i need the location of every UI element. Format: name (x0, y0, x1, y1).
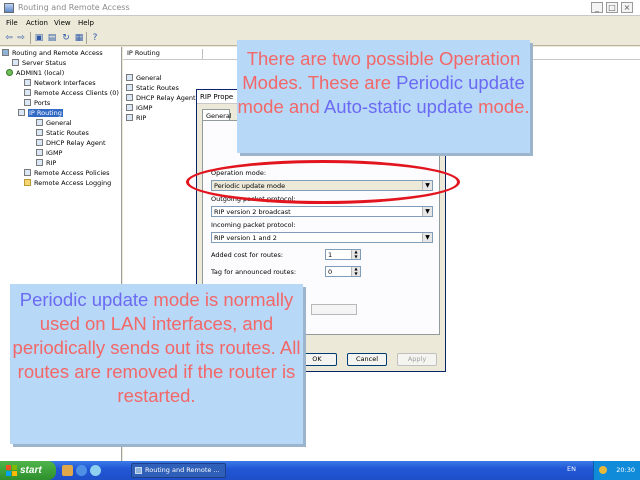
maximize-button[interactable]: □ (606, 2, 618, 13)
routing-icon (126, 84, 133, 91)
menu-action[interactable]: Action (26, 19, 48, 27)
apply-button[interactable]: Apply (397, 353, 437, 366)
tree-item-remote-access-clients[interactable]: Remote Access Clients (0) (24, 89, 119, 98)
clock: 20:30 (616, 466, 635, 474)
list-item-general[interactable]: General (126, 74, 162, 83)
tree-item-network-interfaces[interactable]: Network Interfaces (24, 79, 96, 88)
window-title: Routing and Remote Access (18, 3, 130, 12)
tree-item-ports[interactable]: Ports (24, 99, 50, 108)
list-column-header[interactable]: IP Routing (123, 49, 203, 59)
internet-explorer-icon[interactable] (76, 465, 87, 476)
tree-item-ip-routing[interactable]: IP Routing (18, 109, 63, 118)
start-button[interactable]: start (0, 461, 56, 480)
media-player-icon[interactable] (90, 465, 101, 476)
cancel-button[interactable]: Cancel (347, 353, 387, 366)
list-item-rip[interactable]: RIP (126, 114, 146, 123)
policies-icon (24, 169, 31, 176)
routing-icon (126, 94, 133, 101)
routing-icon (18, 109, 25, 116)
outgoing-protocol-value: RIP version 2 broadcast (214, 208, 291, 216)
routing-icon (36, 119, 43, 126)
show-tree-icon[interactable]: ▤ (46, 32, 58, 44)
start-label: start (20, 465, 42, 476)
dialog-title: RIP Prope (200, 93, 234, 101)
incoming-protocol-select[interactable]: RIP version 1 and 2 ▼ (211, 232, 433, 243)
server-icon (135, 467, 142, 474)
chevron-down-icon[interactable]: ▼ (422, 207, 432, 216)
routing-icon (126, 114, 133, 121)
interfaces-icon (24, 79, 31, 86)
app-icon (4, 3, 14, 13)
taskbar-button-routing[interactable]: Routing and Remote ... (131, 463, 226, 478)
folder-icon (24, 179, 31, 186)
callout-operation-modes: There are two possible Operation Modes. … (237, 40, 530, 153)
refresh-icon[interactable]: ↻ (60, 32, 72, 44)
spin-arrows-icon[interactable]: ▲ ▼ (351, 266, 360, 276)
list-item-igmp[interactable]: IGMP (126, 104, 152, 113)
tree-item-admin1[interactable]: ADMIN1 (local) (6, 69, 64, 78)
tree-item-general[interactable]: General (36, 119, 72, 128)
outgoing-protocol-select[interactable]: RIP version 2 broadcast ▼ (211, 206, 433, 217)
tree-item-rip[interactable]: RIP (36, 159, 56, 168)
ok-button[interactable]: OK (297, 353, 337, 366)
tag-value: 0 (328, 268, 333, 276)
system-tray: 20:30 (593, 461, 640, 480)
minimize-button[interactable]: _ (591, 2, 603, 13)
added-cost-value: 1 (328, 251, 333, 259)
show-desktop-icon[interactable] (62, 465, 73, 476)
close-button[interactable]: × (621, 2, 633, 13)
tag-label: Tag for announced routes: (211, 268, 297, 276)
tree-item-server-status[interactable]: Server Status (12, 59, 66, 68)
help-icon[interactable]: ? (89, 32, 101, 44)
added-cost-stepper[interactable]: 1 ▲ ▼ (325, 249, 361, 260)
back-icon[interactable]: ⇦ (3, 32, 15, 44)
routing-icon (36, 159, 43, 166)
menu-bar: File Action View Help (0, 16, 640, 30)
tree-item-igmp[interactable]: IGMP (36, 149, 62, 158)
clients-icon (24, 89, 31, 96)
chevron-down-icon[interactable]: ▼ (422, 233, 432, 242)
routing-icon (36, 129, 43, 136)
server-up-icon (6, 69, 13, 76)
status-icon (12, 59, 19, 66)
tree-item-static-routes[interactable]: Static Routes (36, 129, 89, 138)
up-icon[interactable]: ▣ (33, 32, 45, 44)
ports-icon (24, 99, 31, 106)
tree-item-remote-access-logging[interactable]: Remote Access Logging (24, 179, 111, 188)
windows-logo-icon (6, 465, 17, 476)
callout-top-text: There are two possible Operation Modes. … (237, 48, 530, 117)
forward-icon[interactable]: ⇨ (15, 32, 27, 44)
routing-icon (36, 139, 43, 146)
routing-icon (126, 74, 133, 81)
tag-stepper[interactable]: 0 ▲ ▼ (325, 266, 361, 277)
menu-file[interactable]: File (6, 19, 18, 27)
callout-periodic-update: Periodic update mode is normally used on… (10, 284, 303, 444)
list-item-dhcp-relay-agent[interactable]: DHCP Relay Agent (126, 94, 196, 103)
menu-help[interactable]: Help (78, 19, 94, 27)
highlight-ellipse (186, 160, 460, 204)
tree-item-routing-remote-access[interactable]: Routing and Remote Access (2, 49, 103, 58)
disabled-field (311, 304, 357, 315)
network-icon[interactable] (599, 466, 607, 474)
list-item-static-routes[interactable]: Static Routes (126, 84, 179, 93)
menu-view[interactable]: View (54, 19, 71, 27)
toolbar-divider (86, 32, 87, 44)
spin-arrows-icon[interactable]: ▲ ▼ (351, 249, 360, 259)
export-icon[interactable]: ▦ (73, 32, 85, 44)
toolbar-divider (30, 32, 31, 44)
title-bar[interactable]: Routing and Remote Access _ □ × (0, 0, 640, 16)
tree-item-remote-access-policies[interactable]: Remote Access Policies (24, 169, 110, 178)
incoming-protocol-label: Incoming packet protocol: (211, 221, 296, 229)
added-cost-label: Added cost for routes: (211, 251, 284, 259)
language-indicator[interactable]: EN (567, 465, 576, 473)
routing-icon (36, 149, 43, 156)
incoming-protocol-value: RIP version 1 and 2 (214, 234, 277, 242)
tree-item-dhcp-relay-agent[interactable]: DHCP Relay Agent (36, 139, 106, 148)
routing-icon (126, 104, 133, 111)
server-icon (2, 49, 9, 56)
taskbar: start Routing and Remote ... EN 20:30 (0, 461, 640, 480)
callout-bottom-text: Periodic update mode is normally used on… (12, 289, 301, 406)
